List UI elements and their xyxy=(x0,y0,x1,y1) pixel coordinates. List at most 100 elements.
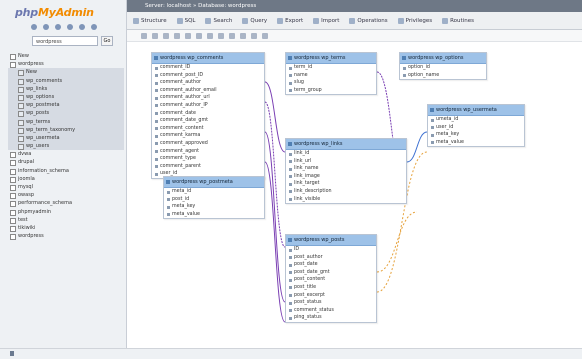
designer-table[interactable]: wordpress wp_options option_id option_name xyxy=(399,52,487,81)
table-tree-item[interactable]: wp_users xyxy=(8,142,124,151)
table-column: comment_ID xyxy=(152,64,264,72)
table-tree-item[interactable]: wp_links xyxy=(8,84,124,93)
tab-privileges[interactable]: Privileges xyxy=(397,17,432,24)
toggle-panel-icon[interactable] xyxy=(141,32,147,39)
designer-table[interactable]: wordpress wp_postmeta meta_id post_id meta_… xyxy=(163,176,265,220)
reload-icon[interactable] xyxy=(91,24,97,30)
table-header[interactable]: wordpress wp_usermeta xyxy=(428,105,524,116)
console-icon[interactable] xyxy=(10,351,14,356)
database-tree-item[interactable]: test xyxy=(8,216,124,224)
database-tree-item[interactable]: owasp xyxy=(8,191,124,200)
table-column: comment_author xyxy=(152,79,264,87)
phpmyadmin-logo[interactable]: phpMyAdmin xyxy=(15,6,94,19)
privileges-icon xyxy=(397,17,404,24)
table-column: link_target xyxy=(286,180,406,188)
designer-table[interactable]: wordpress wp_posts ID post_author post_date… xyxy=(285,234,377,323)
designer-table[interactable]: wordpress wp_comments comment_ID comment_p… xyxy=(151,52,265,179)
table-column: comment_content xyxy=(152,125,264,133)
designer-table[interactable]: wordpress wp_usermeta umeta_id user_id meta… xyxy=(427,104,525,148)
database-tree-item[interactable]: performance_schema xyxy=(8,199,124,208)
table-tree-item[interactable]: wp_options xyxy=(8,92,124,102)
table-tree-item[interactable]: wp_term_taxonomy xyxy=(8,125,124,134)
table-column: post_author xyxy=(286,254,376,262)
add-tables-icon[interactable] xyxy=(240,32,246,39)
designer-table[interactable]: wordpress wp_terms term_id name slug term_gr… xyxy=(285,52,377,96)
database-tree-item[interactable]: phpmyadmin xyxy=(8,208,124,216)
table-column: comment_type xyxy=(152,155,264,163)
database-tree-item[interactable]: wordpress xyxy=(8,60,124,69)
breadcrumb: Server: localhost » Database: wordpress xyxy=(127,0,582,12)
tab-label: Query xyxy=(250,17,268,24)
database-tree-item[interactable]: dvwa xyxy=(8,150,124,159)
tab-label: Import xyxy=(321,17,340,24)
export-schema-icon[interactable] xyxy=(174,32,180,39)
designer-canvas[interactable]: wordpress wp_comments comment_ID comment_p… xyxy=(127,42,582,348)
move-menu-icon[interactable] xyxy=(196,32,202,39)
table-tree-item[interactable]: wp_usermeta xyxy=(8,133,124,143)
query-icon xyxy=(242,17,249,24)
table-header[interactable]: wordpress wp_links xyxy=(286,139,406,150)
table-column: term_id xyxy=(286,64,376,72)
database-tree-item[interactable]: New xyxy=(8,52,124,61)
tab-label: Routines xyxy=(450,17,474,24)
tab-sql[interactable]: SQL xyxy=(176,17,196,24)
table-column: link_id xyxy=(286,150,406,158)
tab-bar: Structure SQL Search Query Export Import Opera… xyxy=(127,12,582,30)
table-column: comment_author_email xyxy=(152,87,264,95)
sidebar-go-button[interactable]: Go xyxy=(101,36,113,46)
table-tree-item[interactable]: wp_posts xyxy=(8,109,124,118)
table-tree-item[interactable]: wp_terms xyxy=(8,117,124,126)
table-column: umeta_id xyxy=(428,116,524,124)
database-tree-item[interactable]: wordpress xyxy=(8,232,124,241)
table-header[interactable]: wordpress wp_options xyxy=(400,53,486,64)
table-column: comment_date xyxy=(152,110,264,118)
database-tree-item[interactable]: tikiwiki xyxy=(8,224,124,233)
table-column: link_image xyxy=(286,173,406,181)
tab-export[interactable]: Export xyxy=(277,17,304,24)
table-column: comment_parent xyxy=(152,163,264,171)
relation-line xyxy=(264,81,286,153)
help-icon[interactable] xyxy=(262,32,268,39)
toggle-small-big-icon[interactable] xyxy=(229,32,235,39)
table-column: option_id xyxy=(400,64,486,72)
database-tree-item[interactable]: information_schema xyxy=(8,167,124,175)
tab-operations[interactable]: Operations xyxy=(349,17,388,24)
table-header[interactable]: wordpress wp_comments xyxy=(152,53,264,64)
tab-structure[interactable]: Structure xyxy=(133,17,167,24)
relation-line xyxy=(376,211,418,273)
table-header[interactable]: wordpress wp_postmeta xyxy=(164,177,264,188)
save-position-icon[interactable] xyxy=(251,32,257,39)
relation-line xyxy=(406,131,428,163)
tab-import[interactable]: Import xyxy=(313,17,340,24)
table-tree-item[interactable]: New xyxy=(8,68,124,77)
designer-table[interactable]: wordpress wp_links link_id link_url link_na… xyxy=(285,138,407,205)
database-select[interactable]: wordpress xyxy=(32,36,98,46)
home-icon[interactable] xyxy=(31,24,37,30)
table-column: link_visible xyxy=(286,196,406,204)
toggle-relation-lines-icon[interactable] xyxy=(163,32,169,39)
table-column: ping_status xyxy=(286,314,376,322)
settings-icon[interactable] xyxy=(79,24,85,30)
table-tree-item[interactable]: wp_postmeta xyxy=(8,101,124,110)
table-column: post_id xyxy=(164,196,264,204)
designer-toolbar xyxy=(127,30,582,42)
docs-icon[interactable] xyxy=(67,24,73,30)
small-big-icon[interactable] xyxy=(218,32,224,39)
tab-search[interactable]: Search xyxy=(205,17,233,24)
database-tree-item[interactable]: joomla xyxy=(8,175,124,183)
show-all-icon[interactable] xyxy=(152,32,158,39)
pin-text-icon[interactable] xyxy=(207,32,213,39)
help-icon[interactable] xyxy=(55,24,61,30)
database-tree-item[interactable]: mysql xyxy=(8,183,124,192)
tab-label: Search xyxy=(213,17,233,24)
table-tree-item[interactable]: wp_comments xyxy=(8,76,124,85)
tab-label: Export xyxy=(285,17,304,24)
build-query-icon[interactable] xyxy=(185,32,191,39)
tab-routines[interactable]: Routines xyxy=(442,17,474,24)
tab-label: SQL xyxy=(184,17,196,24)
logout-icon[interactable] xyxy=(43,24,49,30)
table-header[interactable]: wordpress wp_posts xyxy=(286,235,376,246)
table-header[interactable]: wordpress wp_terms xyxy=(286,53,376,64)
tab-query[interactable]: Query xyxy=(242,17,268,24)
database-tree-item[interactable]: drupal xyxy=(8,158,124,167)
